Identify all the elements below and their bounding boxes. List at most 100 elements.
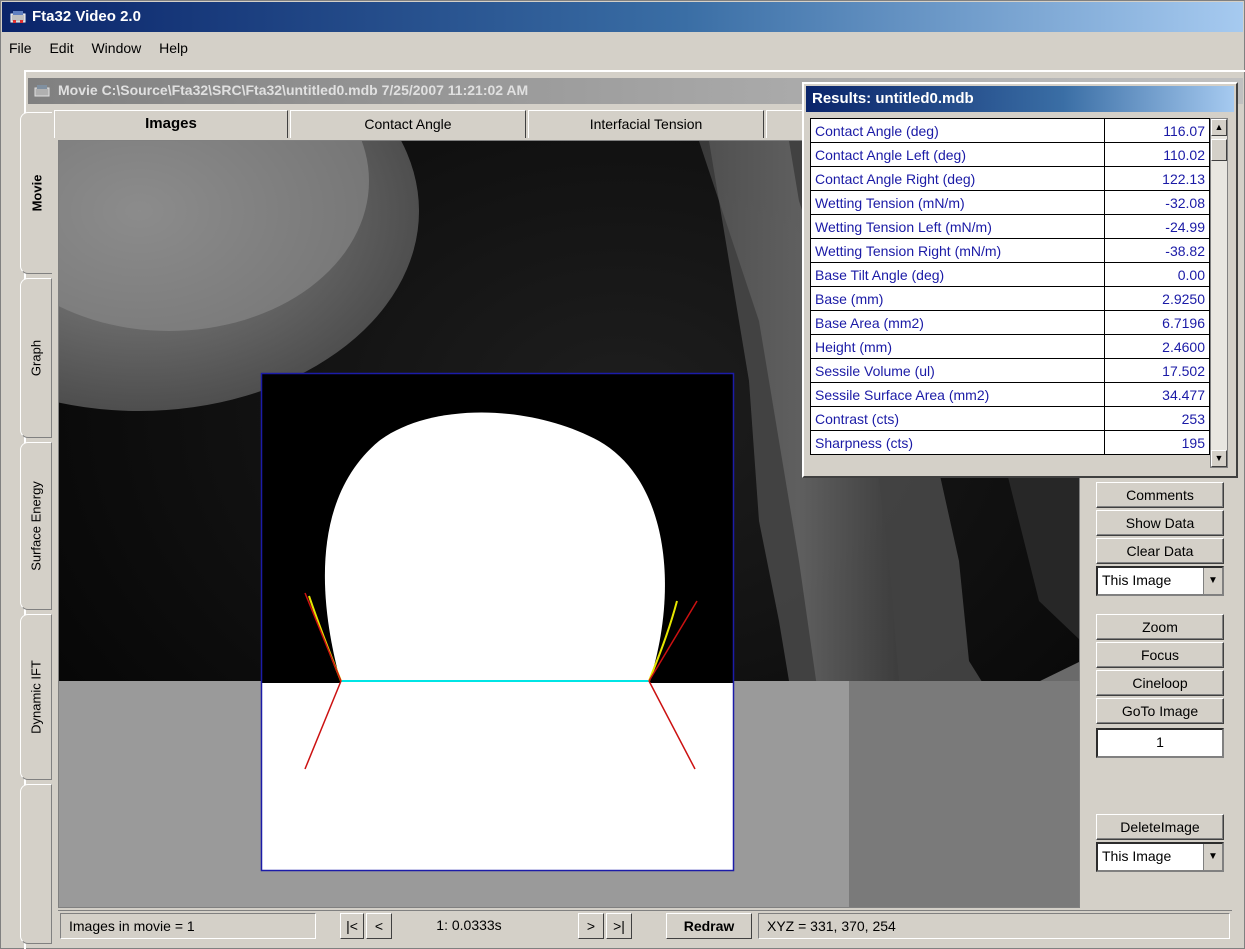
menu-window[interactable]: Window [84, 38, 148, 58]
first-frame-button[interactable]: |< [340, 913, 364, 939]
tab-contact-angle-label: Contact Angle [364, 116, 452, 132]
tab-images[interactable]: Images [54, 110, 288, 138]
scroll-thumb[interactable] [1211, 139, 1227, 161]
result-value: 6.7196 [1104, 310, 1210, 335]
menu-help[interactable]: Help [152, 38, 195, 58]
show-data-button[interactable]: Show Data [1096, 510, 1224, 536]
tab-images-label: Images [145, 115, 197, 132]
side-tab-empty [20, 784, 52, 944]
app-icon [10, 11, 26, 23]
next-frame-button[interactable]: > [578, 913, 604, 939]
app-titlebar[interactable]: Fta32 Video 2.0 [2, 2, 1243, 32]
comments-button[interactable]: Comments [1096, 482, 1224, 508]
result-value: 195 [1104, 430, 1210, 455]
result-row[interactable]: Contrast (cts) 253 [810, 406, 1210, 431]
app-title: Fta32 Video 2.0 [32, 8, 141, 25]
result-label: Sessile Surface Area (mm2) [810, 382, 1105, 407]
result-value: 34.477 [1104, 382, 1210, 407]
prev-frame-button[interactable]: < [366, 913, 392, 939]
result-value: 253 [1104, 406, 1210, 431]
menu-edit[interactable]: Edit [42, 38, 80, 58]
result-row[interactable]: Contact Angle Right (deg) 122.13 [810, 166, 1210, 191]
result-value: 0.00 [1104, 262, 1210, 287]
cineloop-button[interactable]: Cineloop [1096, 670, 1224, 696]
menu-bar: File Edit Window Help [2, 38, 602, 62]
result-value: -32.08 [1104, 190, 1210, 215]
goto-image-value: 1 [1156, 734, 1164, 750]
results-scrollbar[interactable]: ▲ ▼ [1210, 118, 1228, 468]
result-row[interactable]: Wetting Tension Right (mN/m) -38.82 [810, 238, 1210, 263]
delete-scope-select[interactable]: This Image ▼ [1096, 842, 1224, 872]
result-value: 110.02 [1104, 142, 1210, 167]
side-tab-graph[interactable]: Graph [20, 278, 52, 438]
chevron-down-icon[interactable]: ▼ [1203, 568, 1222, 594]
redraw-button[interactable]: Redraw [666, 913, 752, 939]
results-table: Contact Angle (deg) 116.07 Contact Angle L… [810, 118, 1210, 455]
chevron-down-icon[interactable]: ▼ [1203, 844, 1222, 870]
result-value: 2.9250 [1104, 286, 1210, 311]
result-label: Contact Angle Left (deg) [810, 142, 1105, 167]
result-label: Wetting Tension Right (mN/m) [810, 238, 1105, 263]
result-row[interactable]: Base Tilt Angle (deg) 0.00 [810, 262, 1210, 287]
last-frame-button[interactable]: >| [606, 913, 632, 939]
result-label: Wetting Tension Left (mN/m) [810, 214, 1105, 239]
xyz-readout: XYZ = 331, 370, 254 [758, 913, 1230, 939]
tab-interfacial-tension-label: Interfacial Tension [589, 116, 703, 132]
side-tab-surface-energy-label: Surface Energy [28, 481, 44, 571]
scroll-down-icon[interactable]: ▼ [1211, 450, 1227, 467]
scroll-up-icon[interactable]: ▲ [1211, 119, 1227, 136]
result-label: Height (mm) [810, 334, 1105, 359]
side-tab-graph-label: Graph [28, 339, 44, 377]
side-tab-movie[interactable]: Movie [20, 112, 52, 274]
result-label: Base Area (mm2) [810, 310, 1105, 335]
result-row[interactable]: Sessile Volume (ul) 17.502 [810, 358, 1210, 383]
side-tab-dynamic-ift-label: Dynamic IFT [28, 660, 44, 734]
result-row[interactable]: Contact Angle Left (deg) 110.02 [810, 142, 1210, 167]
result-label: Sharpness (cts) [810, 430, 1105, 455]
result-label: Wetting Tension (mN/m) [810, 190, 1105, 215]
goto-image-button[interactable]: GoTo Image [1096, 698, 1224, 724]
result-row[interactable]: Base (mm) 2.9250 [810, 286, 1210, 311]
result-row[interactable]: Sharpness (cts) 195 [810, 430, 1210, 455]
results-window[interactable]: Results: untitled0.mdb Contact Angle (de… [802, 82, 1238, 478]
result-value: -38.82 [1104, 238, 1210, 263]
zoom-button[interactable]: Zoom [1096, 614, 1224, 640]
result-value: -24.99 [1104, 214, 1210, 239]
result-label: Contrast (cts) [810, 406, 1105, 431]
results-title[interactable]: Results: untitled0.mdb [806, 86, 1234, 112]
status-bar: Images in movie = 1 |< < 1: 0.0333s > >|… [58, 910, 1232, 940]
tab-more[interactable] [766, 110, 806, 138]
movie-doc-icon [34, 85, 50, 97]
focus-button[interactable]: Focus [1096, 642, 1224, 668]
result-label: Contact Angle (deg) [810, 118, 1105, 143]
tab-contact-angle[interactable]: Contact Angle [290, 110, 526, 138]
tab-interfacial-tension[interactable]: Interfacial Tension [528, 110, 764, 138]
result-label: Base Tilt Angle (deg) [810, 262, 1105, 287]
result-label: Contact Angle Right (deg) [810, 166, 1105, 191]
goto-image-input[interactable]: 1 [1096, 728, 1224, 758]
side-tab-movie-label: Movie [29, 174, 44, 212]
images-count: Images in movie = 1 [60, 913, 316, 939]
result-value: 17.502 [1104, 358, 1210, 383]
result-row[interactable]: Wetting Tension Left (mN/m) -24.99 [810, 214, 1210, 239]
delete-image-button[interactable]: DeleteImage [1096, 814, 1224, 840]
result-row[interactable]: Sessile Surface Area (mm2) 34.477 [810, 382, 1210, 407]
clear-data-button[interactable]: Clear Data [1096, 538, 1224, 564]
result-row[interactable]: Base Area (mm2) 6.7196 [810, 310, 1210, 335]
delete-scope-value: This Image [1102, 848, 1172, 864]
result-row[interactable]: Wetting Tension (mN/m) -32.08 [810, 190, 1210, 215]
side-tab-surface-energy[interactable]: Surface Energy [20, 442, 52, 610]
result-value: 2.4600 [1104, 334, 1210, 359]
result-label: Base (mm) [810, 286, 1105, 311]
result-row[interactable]: Height (mm) 2.4600 [810, 334, 1210, 359]
document-title: Movie C:\Source\Fta32\SRC\Fta32\untitled… [58, 82, 529, 98]
result-value: 122.13 [1104, 166, 1210, 191]
frame-time: 1: 0.0333s [436, 917, 502, 933]
result-label: Sessile Volume (ul) [810, 358, 1105, 383]
menu-file[interactable]: File [2, 38, 39, 58]
result-row[interactable]: Contact Angle (deg) 116.07 [810, 118, 1210, 143]
clear-scope-value: This Image [1102, 572, 1172, 588]
side-tab-dynamic-ift[interactable]: Dynamic IFT [20, 614, 52, 780]
clear-scope-select[interactable]: This Image ▼ [1096, 566, 1224, 596]
result-value: 116.07 [1104, 118, 1210, 143]
